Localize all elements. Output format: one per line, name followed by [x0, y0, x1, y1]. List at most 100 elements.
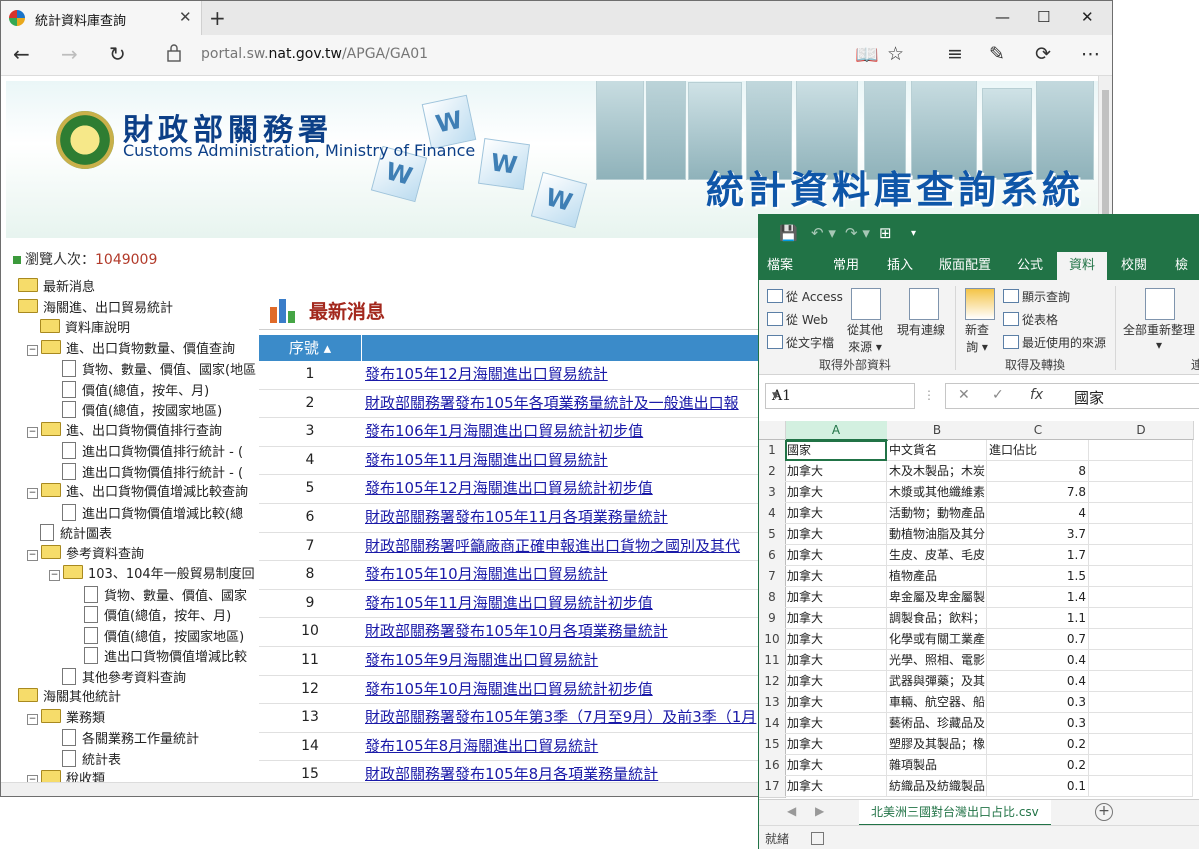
tree-node[interactable]: 貨物、數量、價值、國家(地區): [62, 360, 257, 380]
cell[interactable]: 藝術品、珍藏品及: [887, 713, 987, 734]
news-link[interactable]: 發布105年8月海關進出口貿易統計: [365, 733, 598, 760]
from-access-button[interactable]: 從 Access: [767, 288, 843, 305]
collapse-icon[interactable]: −: [27, 713, 38, 725]
redo-icon[interactable]: ↷ ▾: [845, 224, 870, 242]
row-header[interactable]: 9: [759, 608, 786, 630]
prev-sheet-icon[interactable]: ◀: [787, 804, 796, 818]
cell[interactable]: 紡織品及紡織製品: [887, 776, 987, 797]
cell[interactable]: 加拿大: [785, 482, 887, 503]
column-header[interactable]: C: [987, 421, 1090, 440]
cell[interactable]: 武器與彈藥；及其: [887, 671, 987, 692]
cell[interactable]: 雜項製品: [887, 755, 987, 776]
cell[interactable]: 加拿大: [785, 545, 887, 566]
row-header[interactable]: 3: [759, 482, 786, 504]
cell[interactable]: 調製食品；飲料；: [887, 608, 987, 629]
cell[interactable]: 加拿大: [785, 776, 887, 797]
cell[interactable]: 8: [987, 461, 1089, 482]
web-note-icon[interactable]: ✎: [989, 43, 1005, 65]
save-icon[interactable]: 💾: [779, 224, 798, 242]
news-link[interactable]: 發布105年9月海關進出口貿易統計: [365, 647, 598, 674]
cell[interactable]: 1.5: [987, 566, 1089, 587]
row-header[interactable]: 17: [759, 776, 786, 798]
cancel-icon[interactable]: ✕: [958, 387, 970, 403]
row-header[interactable]: 1: [759, 440, 786, 462]
cell[interactable]: [1089, 503, 1193, 524]
cell[interactable]: 化學或有關工業產: [887, 629, 987, 650]
news-link[interactable]: 發布105年11月海關進出口貿易統計: [365, 447, 608, 474]
cell[interactable]: 加拿大: [785, 671, 887, 692]
news-link[interactable]: 發布105年12月海關進出口貿易統計: [365, 361, 608, 388]
sheet-tab[interactable]: 北美洲三國對台灣出口占比.csv: [859, 800, 1051, 826]
new-query-button[interactable]: 新查詢 ▾: [965, 321, 989, 355]
row-header[interactable]: 12: [759, 671, 786, 693]
favorite-star-icon[interactable]: ☆: [887, 43, 904, 65]
refresh-icon[interactable]: ↻: [109, 42, 126, 66]
cell[interactable]: 活動物；動物產品: [887, 503, 987, 524]
collapse-icon[interactable]: −: [49, 570, 60, 581]
cell[interactable]: 動植物油脂及其分: [887, 524, 987, 545]
ribbon-tab[interactable]: 常用: [833, 252, 859, 280]
cell[interactable]: 加拿大: [785, 587, 887, 608]
cell[interactable]: 植物產品: [887, 566, 987, 587]
cell[interactable]: 7.8: [987, 482, 1089, 503]
news-link[interactable]: 發布106年1月海關進出口貿易統計初步值: [365, 418, 643, 445]
cell[interactable]: 加拿大: [785, 503, 887, 524]
more-icon[interactable]: ⋯: [1081, 43, 1100, 65]
cell[interactable]: 加拿大: [785, 713, 887, 734]
cell[interactable]: 1.1: [987, 608, 1089, 629]
quick-access-icon[interactable]: ⊞: [879, 224, 892, 242]
cell[interactable]: 0.4: [987, 650, 1089, 671]
row-header[interactable]: 5: [759, 524, 786, 546]
recent-sources-button[interactable]: 最近使用的來源: [1003, 334, 1106, 351]
ribbon-tab[interactable]: 插入: [887, 252, 913, 280]
row-header[interactable]: 6: [759, 545, 786, 567]
cell[interactable]: [1089, 545, 1193, 566]
from-text-button[interactable]: 從文字檔: [767, 334, 834, 351]
browser-tab[interactable]: 統計資料庫查詢 ✕: [1, 1, 202, 35]
cell[interactable]: 加拿大: [785, 755, 887, 776]
new-tab-icon[interactable]: +: [209, 6, 226, 30]
tree-node[interactable]: 價值(總值，按年、月): [84, 606, 231, 626]
cell[interactable]: 1.7: [987, 545, 1089, 566]
tree-node[interactable]: 各關業務工作量統計: [62, 729, 199, 749]
hub-icon[interactable]: ≡: [947, 43, 963, 65]
ribbon-tab[interactable]: 資料: [1057, 252, 1108, 280]
cell[interactable]: 卑金屬及卑金屬製: [887, 587, 987, 608]
undo-icon[interactable]: ↶ ▾: [811, 224, 836, 242]
cell[interactable]: 加拿大: [785, 650, 887, 671]
cell[interactable]: 0.7: [987, 629, 1089, 650]
cell[interactable]: [1089, 734, 1193, 755]
cell[interactable]: 加拿大: [785, 608, 887, 629]
tree-node[interactable]: 統計圖表: [40, 524, 112, 544]
cell[interactable]: [1089, 608, 1193, 629]
maximize-icon[interactable]: ☐: [1037, 8, 1050, 26]
column-header[interactable]: A: [785, 421, 888, 441]
customize-qat-icon[interactable]: ▾: [911, 228, 916, 239]
news-link[interactable]: 發布105年10月海關進出口貿易統計初步值: [365, 676, 653, 703]
tree-node[interactable]: − 參考資料查詢: [27, 544, 144, 565]
cell[interactable]: [1089, 524, 1193, 545]
cell[interactable]: 0.3: [987, 713, 1089, 734]
column-header[interactable]: B: [887, 421, 988, 440]
news-link[interactable]: 財政部關務署發布105年11月各項業務量統計: [365, 504, 668, 531]
cell[interactable]: [1089, 482, 1193, 503]
news-link[interactable]: 發布105年10月海關進出口貿易統計: [365, 561, 608, 588]
cell[interactable]: [1089, 755, 1193, 776]
tree-node[interactable]: 海關進、出口貿易統計: [18, 298, 173, 319]
reading-view-icon[interactable]: 📖: [855, 43, 879, 66]
cell[interactable]: 進口佔比: [987, 440, 1089, 461]
row-header[interactable]: 14: [759, 713, 786, 735]
row-header[interactable]: 8: [759, 587, 786, 609]
close-tab-icon[interactable]: ✕: [179, 8, 192, 26]
tree-node[interactable]: 統計表: [62, 749, 121, 770]
cell[interactable]: 0.2: [987, 734, 1089, 755]
tree-node[interactable]: 貨物、數量、價值、國家: [84, 585, 247, 606]
news-link[interactable]: 財政部關務署發布105年第3季（7月至9月）及前3季（1月: [365, 704, 756, 731]
row-header[interactable]: 2: [759, 461, 786, 483]
collapse-icon[interactable]: −: [27, 426, 38, 438]
tree-node[interactable]: 海關其他統計: [18, 688, 121, 708]
cell[interactable]: [1089, 629, 1193, 650]
cell[interactable]: [1089, 692, 1193, 713]
cell[interactable]: 塑膠及其製品；橡: [887, 734, 987, 755]
news-link[interactable]: 發布105年11月海關進出口貿易統計初步值: [365, 590, 653, 617]
